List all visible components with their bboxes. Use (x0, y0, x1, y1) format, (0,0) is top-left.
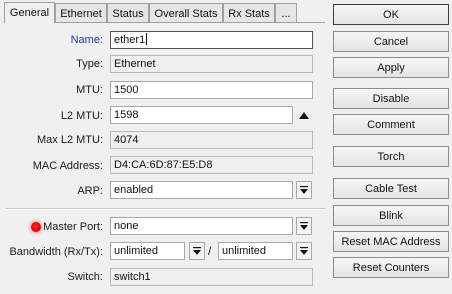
switch-field: switch1 (110, 268, 313, 286)
type-label: Type: (76, 58, 103, 70)
ok-button[interactable]: OK (333, 4, 449, 25)
bandwidth-separator: / (208, 244, 212, 258)
dropdown-arrow-icon[interactable] (296, 217, 312, 235)
torch-button[interactable]: Torch (333, 146, 449, 167)
bandwidth-label: Bandwidth (Rx/Tx): (9, 246, 103, 258)
comment-button[interactable]: Comment (333, 114, 449, 135)
mac-address-field: D4:CA:6D:87:E5:D8 (110, 156, 313, 174)
arp-select[interactable]: enabled (110, 181, 293, 199)
reset-mac-address-button[interactable]: Reset MAC Address (333, 231, 449, 252)
bandwidth-tx-select[interactable]: unlimited (218, 242, 293, 260)
text-cursor (146, 33, 148, 45)
reset-counters-button[interactable]: Reset Counters (333, 257, 449, 278)
tab-status[interactable]: Status (107, 3, 149, 23)
name-label: Name: (70, 34, 103, 46)
cable-test-button[interactable]: Cable Test (333, 178, 449, 199)
disable-button[interactable]: Disable (333, 88, 449, 109)
mtu-input[interactable]: 1500 (110, 81, 313, 99)
l2mtu-input[interactable]: 1598 (110, 106, 293, 124)
dropdown-arrow-icon[interactable] (296, 242, 312, 260)
mac-address-label: MAC Address: (32, 160, 103, 172)
tab-general[interactable]: General (4, 2, 55, 23)
max-l2mtu-field: 4074 (110, 131, 313, 149)
up-triangle-icon[interactable] (298, 110, 310, 120)
master-port-select[interactable]: none (110, 217, 293, 235)
tab-rx-stats[interactable]: Rx Stats (223, 3, 275, 23)
section-divider-highlight (6, 209, 326, 210)
type-field: Ethernet (110, 55, 313, 73)
dropdown-arrow-icon[interactable] (189, 242, 205, 260)
red-dot-icon (31, 222, 41, 232)
name-value: ether1 (114, 34, 146, 46)
tab-overall-stats[interactable]: Overall Stats (149, 3, 223, 23)
bandwidth-rx-select[interactable]: unlimited (110, 242, 185, 260)
arp-label: ARP: (77, 185, 103, 197)
apply-button[interactable]: Apply (333, 57, 449, 78)
name-input[interactable]: ether1 (110, 31, 313, 49)
mtu-label: MTU: (76, 84, 103, 96)
l2mtu-label: L2 MTU: (60, 110, 103, 122)
tab-ethernet[interactable]: Ethernet (55, 3, 107, 23)
master-port-label: Master Port: (43, 221, 103, 233)
tab-more[interactable]: ... (275, 3, 297, 23)
max-l2mtu-label: Max L2 MTU: (36, 134, 103, 146)
cancel-button[interactable]: Cancel (333, 31, 449, 52)
blink-button[interactable]: Blink (333, 205, 449, 226)
dropdown-arrow-icon[interactable] (296, 181, 312, 199)
switch-label: Switch: (67, 271, 103, 283)
